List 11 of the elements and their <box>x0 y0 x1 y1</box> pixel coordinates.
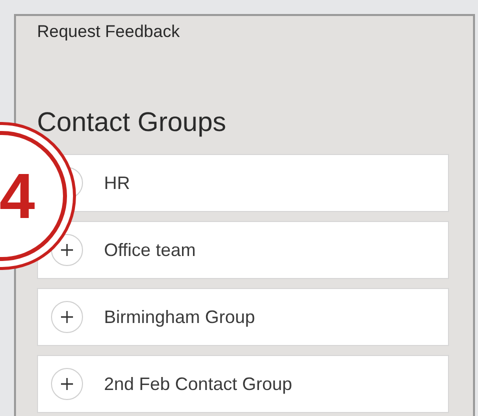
group-name: 2nd Feb Contact Group <box>104 372 292 396</box>
header-title: Request Feedback <box>37 21 180 43</box>
group-name: Birmingham Group <box>104 306 256 329</box>
group-name: Office team <box>104 238 196 262</box>
contact-group-row[interactable]: Birmingham Group <box>37 288 449 346</box>
add-icon[interactable] <box>51 368 83 400</box>
contact-group-row[interactable]: Office team <box>37 221 449 279</box>
group-name: HR <box>104 172 130 194</box>
add-icon[interactable] <box>51 301 83 333</box>
section-title: Contact Groups <box>37 106 226 139</box>
contact-group-row[interactable]: 2nd Feb Contact Group <box>37 355 449 413</box>
